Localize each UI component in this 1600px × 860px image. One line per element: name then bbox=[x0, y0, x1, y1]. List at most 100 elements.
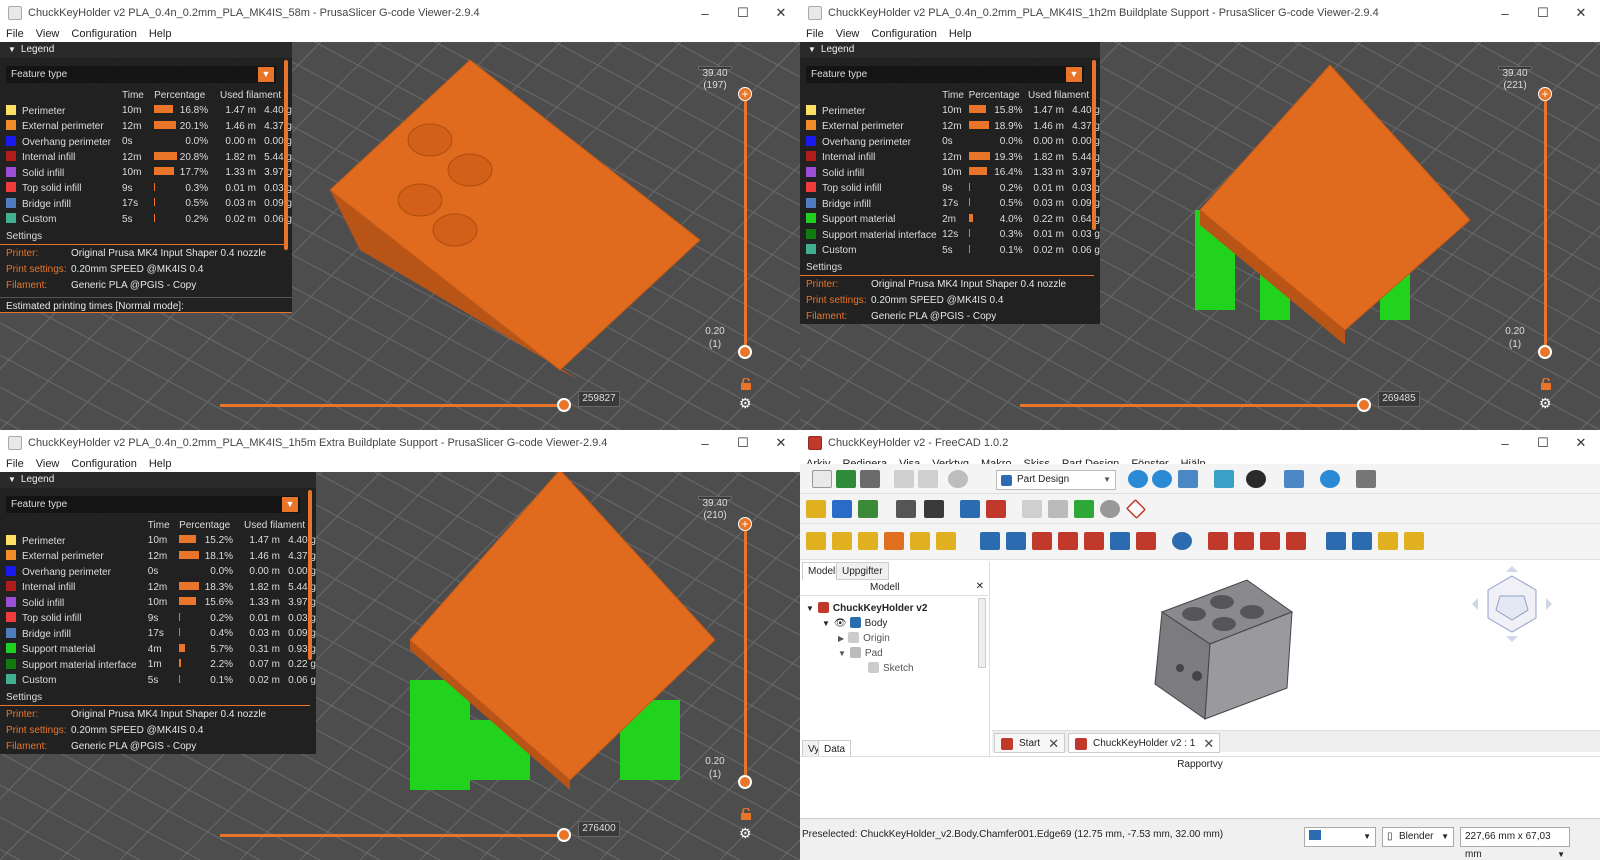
datum-icon[interactable] bbox=[1125, 498, 1147, 520]
doc-tab-model[interactable]: ChuckKeyHolder v2 : 1 ✕ bbox=[1068, 733, 1221, 754]
additive-primitive-icon[interactable] bbox=[936, 532, 956, 550]
tree-item-body[interactable]: ▼ 👁 Body bbox=[822, 617, 887, 629]
close-button[interactable]: ✕ bbox=[1562, 435, 1600, 451]
table-row[interactable]: Perimeter 10m 15.8% 1.47 m 4.40 g bbox=[806, 103, 1100, 119]
layer-slider-track[interactable] bbox=[744, 94, 747, 352]
open-file-icon[interactable] bbox=[836, 470, 856, 488]
groove-icon[interactable] bbox=[1032, 532, 1052, 550]
body-icon[interactable] bbox=[960, 500, 980, 518]
dimension-readout[interactable]: 227,66 mm x 67,03 mm ▼ bbox=[1460, 827, 1570, 860]
legend-scrollbar[interactable] bbox=[308, 490, 312, 660]
table-row[interactable]: Bridge infill 17s 0.5% 0.03 m 0.09 g bbox=[806, 196, 1100, 212]
layer-slider-track[interactable] bbox=[744, 524, 747, 782]
navigation-style[interactable]: ▯ Blender ▼ bbox=[1382, 827, 1454, 847]
menu-item[interactable]: Help bbox=[149, 458, 172, 470]
tab-tasks[interactable]: Uppgifter bbox=[836, 562, 889, 580]
pad-icon[interactable] bbox=[806, 532, 826, 550]
refresh-icon[interactable] bbox=[948, 470, 968, 488]
feature-type-select[interactable]: Feature type ▼ bbox=[6, 496, 300, 513]
table-row[interactable]: Support material 4m 5.7% 0.31 m 0.93 g bbox=[6, 642, 316, 658]
table-row[interactable]: Internal infill 12m 18.3% 1.82 m 5.44 g bbox=[6, 580, 316, 596]
legend-header[interactable]: ▼ Legend bbox=[0, 472, 316, 488]
fillet-icon[interactable] bbox=[1208, 532, 1228, 550]
subtractive-pipe-icon[interactable] bbox=[1084, 532, 1104, 550]
eye-icon[interactable]: 👁 bbox=[834, 618, 847, 629]
minimize-button[interactable]: – bbox=[686, 6, 724, 21]
legend-scrollbar[interactable] bbox=[1092, 60, 1096, 230]
top-layer-knob[interactable]: + bbox=[738, 517, 752, 531]
menu-item[interactable]: File bbox=[6, 458, 24, 470]
table-row[interactable]: External perimeter 12m 18.1% 1.46 m 4.37 g bbox=[6, 549, 316, 565]
feature-type-select[interactable]: Feature type ▼ bbox=[6, 66, 276, 83]
menu-item[interactable]: Help bbox=[949, 28, 972, 40]
legend-header[interactable]: ▼ Legend bbox=[800, 42, 1100, 58]
whats-this-icon[interactable] bbox=[924, 500, 944, 518]
menu-item[interactable]: View bbox=[36, 458, 60, 470]
menu-item[interactable]: Help bbox=[149, 28, 172, 40]
multi-transform-icon[interactable] bbox=[1404, 532, 1424, 550]
table-row[interactable]: Support material 2m 4.0% 0.22 m 0.64 g bbox=[806, 212, 1100, 228]
std-views-icon[interactable] bbox=[1284, 470, 1304, 488]
move-slider-track[interactable] bbox=[220, 404, 565, 407]
table-row[interactable]: Bridge infill 17s 0.5% 0.03 m 0.09 g bbox=[6, 196, 292, 212]
revolve-icon[interactable] bbox=[832, 532, 852, 550]
move-slider-track[interactable] bbox=[1020, 404, 1365, 407]
minimize-button[interactable]: – bbox=[686, 436, 724, 451]
helix-icon[interactable] bbox=[910, 532, 930, 550]
pocket-icon[interactable] bbox=[980, 532, 1000, 550]
table-row[interactable]: Solid infill 10m 15.6% 1.33 m 3.97 g bbox=[6, 595, 316, 611]
part-icon[interactable] bbox=[806, 500, 826, 518]
lock-icon[interactable] bbox=[740, 377, 752, 390]
close-icon[interactable]: ✕ bbox=[1203, 734, 1214, 754]
top-layer-knob[interactable]: + bbox=[1538, 87, 1552, 101]
table-row[interactable]: Internal infill 12m 20.8% 1.82 m 5.44 g bbox=[6, 150, 292, 166]
table-row[interactable]: Perimeter 10m 16.8% 1.47 m 4.40 g bbox=[6, 103, 292, 119]
bottom-layer-knob[interactable] bbox=[738, 345, 752, 359]
move-slider-knob[interactable] bbox=[557, 398, 571, 412]
clone-icon[interactable] bbox=[1048, 500, 1068, 518]
menu-item[interactable]: View bbox=[836, 28, 860, 40]
color-selector[interactable]: ▼ bbox=[1304, 827, 1376, 847]
minimize-button[interactable]: – bbox=[1486, 6, 1524, 21]
menu-item[interactable]: File bbox=[806, 28, 824, 40]
sketch-icon[interactable] bbox=[986, 500, 1006, 518]
subshape-binder-icon[interactable] bbox=[1100, 500, 1120, 518]
workbench-selector[interactable]: Part Design ▼ bbox=[996, 470, 1116, 490]
layer-slider-track[interactable] bbox=[1544, 94, 1547, 352]
bottom-layer-knob[interactable] bbox=[1538, 345, 1552, 359]
tree-item-pad[interactable]: ▼ Pad bbox=[838, 647, 883, 659]
gear-icon[interactable]: ⚙ bbox=[739, 826, 753, 840]
table-row[interactable]: Overhang perimeter 0s 0.0% 0.00 m 0.00 g bbox=[6, 564, 316, 580]
subtractive-helix-icon[interactable] bbox=[1110, 532, 1130, 550]
boolean-icon[interactable] bbox=[1172, 532, 1192, 550]
shape-binder-icon[interactable] bbox=[1074, 500, 1094, 518]
table-row[interactable]: Custom 5s 0.1% 0.02 m 0.06 g bbox=[6, 673, 316, 689]
move-slider-knob[interactable] bbox=[557, 828, 571, 842]
view-cube-icon[interactable] bbox=[1178, 470, 1198, 488]
doc-tab-start[interactable]: Start ✕ bbox=[994, 733, 1066, 753]
table-row[interactable]: Solid infill 10m 16.4% 1.33 m 3.97 g bbox=[806, 165, 1100, 181]
linear-pattern-icon[interactable] bbox=[1352, 532, 1372, 550]
fit-selection-icon[interactable] bbox=[1152, 470, 1172, 488]
tree-scrollbar[interactable] bbox=[978, 598, 986, 668]
table-row[interactable]: Top solid infill 9s 0.2% 0.01 m 0.03 g bbox=[6, 611, 316, 627]
menu-item[interactable]: Configuration bbox=[71, 458, 136, 470]
validate-sketch-icon[interactable] bbox=[1022, 500, 1042, 518]
feature-type-select[interactable]: Feature type ▼ bbox=[806, 66, 1084, 83]
chamfer-icon[interactable] bbox=[1234, 532, 1254, 550]
legend-scrollbar[interactable] bbox=[284, 60, 288, 250]
table-row[interactable]: Custom 5s 0.1% 0.02 m 0.06 g bbox=[806, 243, 1100, 259]
save-icon[interactable] bbox=[860, 470, 880, 488]
draft-icon[interactable] bbox=[1260, 532, 1280, 550]
tree-item-sketch[interactable]: Sketch bbox=[868, 662, 914, 674]
thickness-icon[interactable] bbox=[1286, 532, 1306, 550]
table-row[interactable]: Internal infill 12m 19.3% 1.82 m 5.44 g bbox=[806, 150, 1100, 166]
table-row[interactable]: External perimeter 12m 20.1% 1.46 m 4.37 g bbox=[6, 119, 292, 135]
measure-icon[interactable] bbox=[1214, 470, 1234, 488]
polar-pattern-icon[interactable] bbox=[1378, 532, 1398, 550]
mirrored-icon[interactable] bbox=[1326, 532, 1346, 550]
close-button[interactable]: ✕ bbox=[762, 5, 800, 21]
bottom-layer-knob[interactable] bbox=[738, 775, 752, 789]
undo-icon[interactable] bbox=[894, 470, 914, 488]
table-row[interactable]: Perimeter 10m 15.2% 1.47 m 4.40 g bbox=[6, 533, 316, 549]
